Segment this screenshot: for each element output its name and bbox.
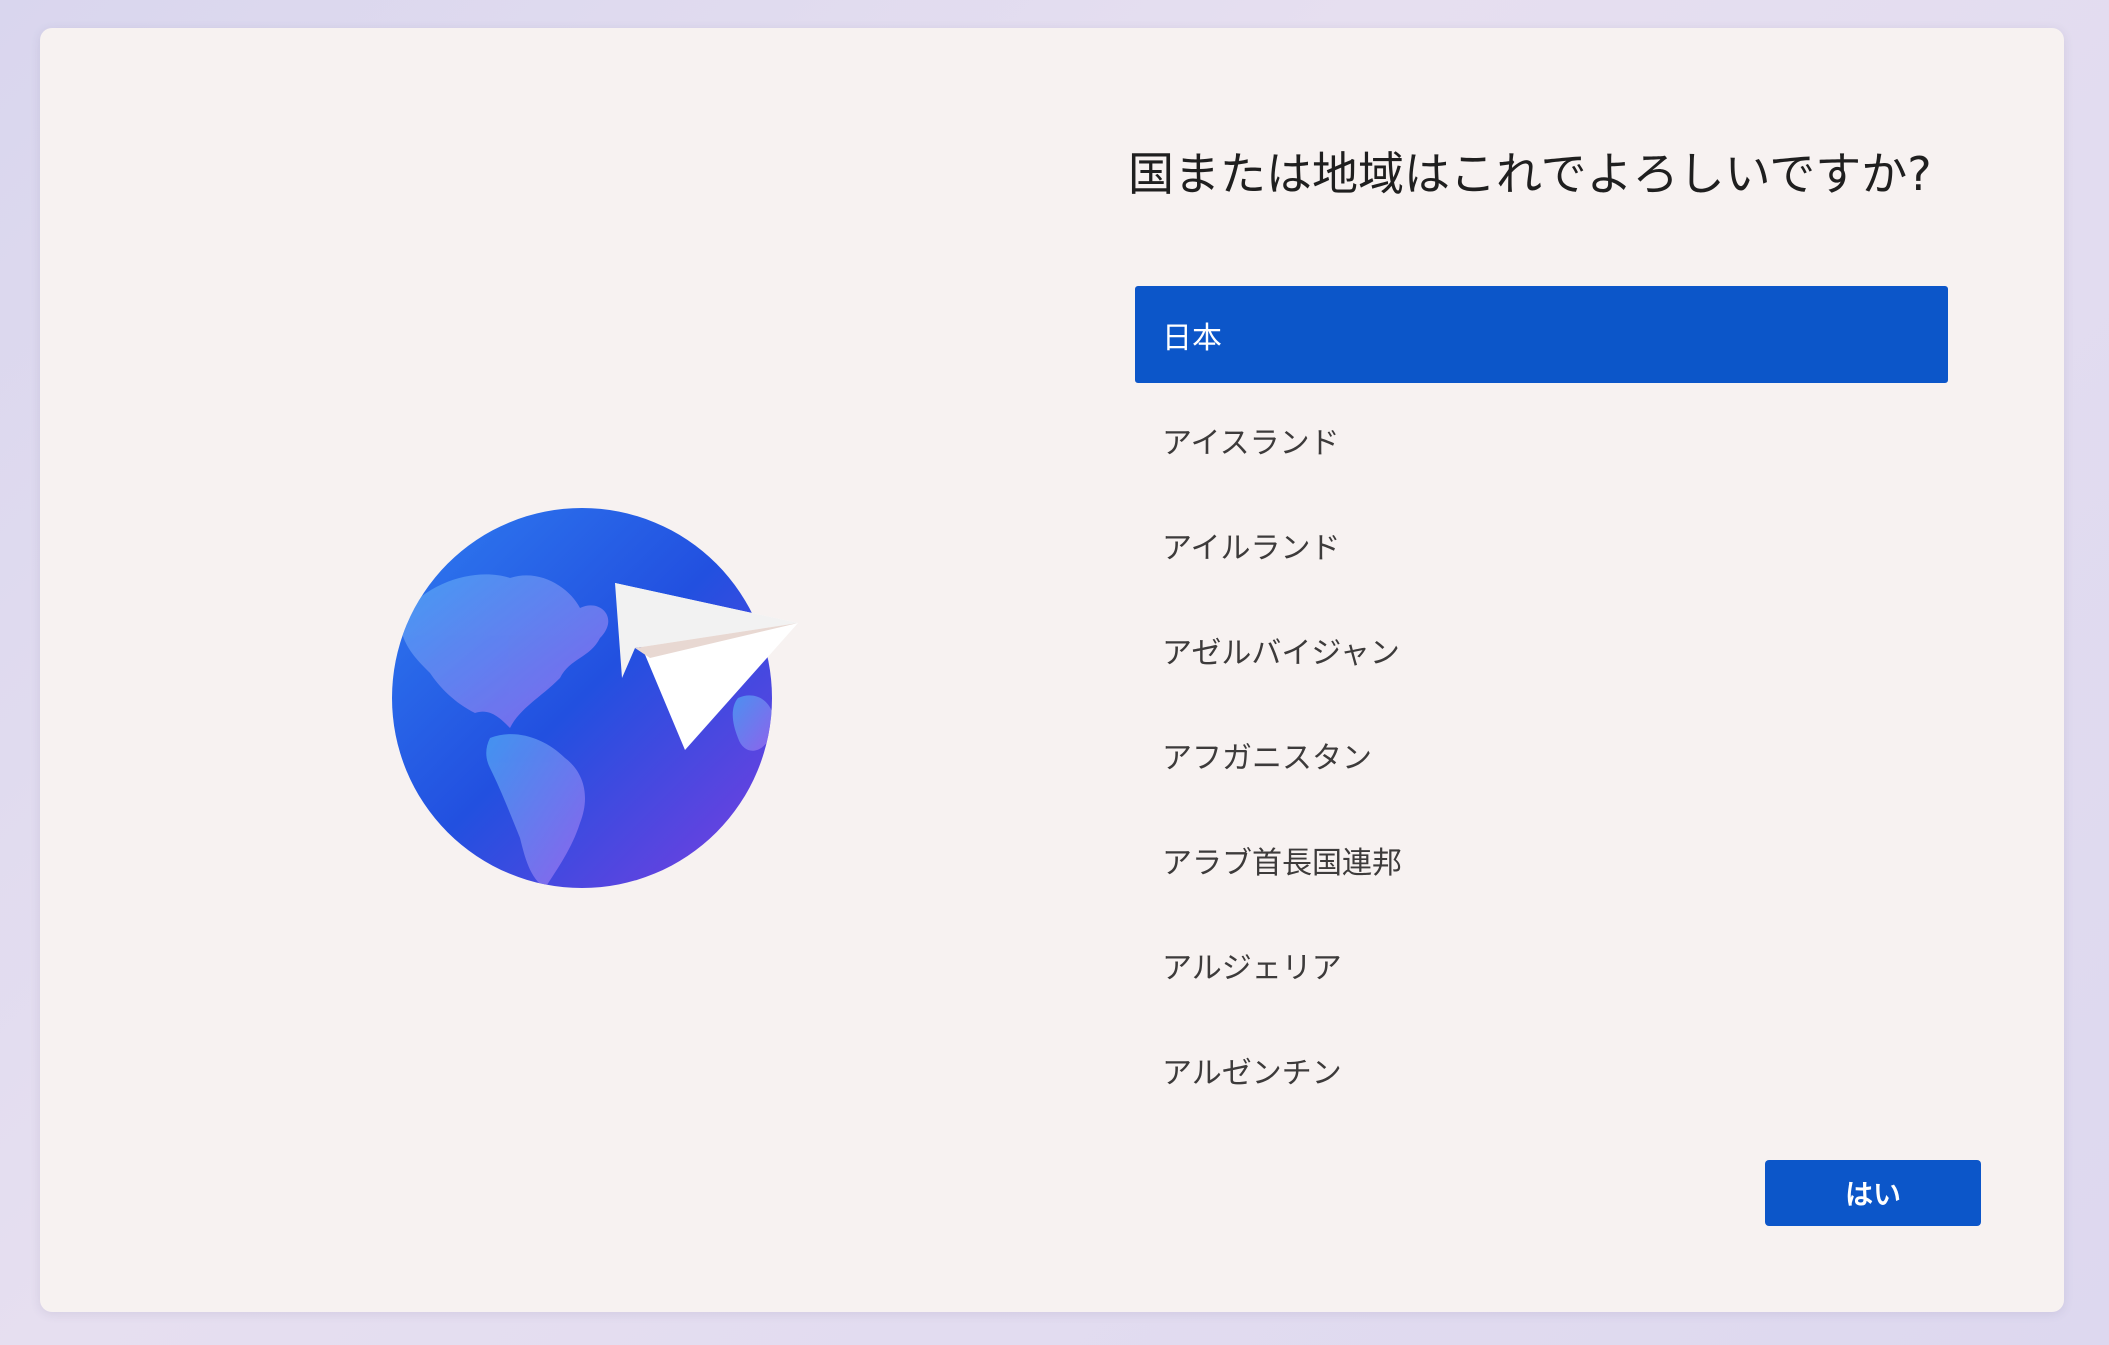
- page-title: 国または地域はこれでよろしいですか?: [1128, 147, 1932, 201]
- list-item-argentina[interactable]: アルゼンチン: [1135, 1021, 1948, 1118]
- setup-window: 国または地域はこれでよろしいですか? 日本 アイスランド アイルランド アゼルバ…: [40, 28, 2064, 1312]
- list-item-japan[interactable]: 日本: [1135, 286, 1948, 383]
- list-item-iceland[interactable]: アイスランド: [1135, 391, 1948, 488]
- region-list[interactable]: 日本 アイスランド アイルランド アゼルバイジャン アフガニスタン アラブ首長国…: [1135, 286, 1948, 1126]
- list-item-ireland[interactable]: アイルランド: [1135, 496, 1948, 593]
- yes-button[interactable]: はい: [1765, 1160, 1981, 1226]
- globe-illustration: [340, 468, 860, 908]
- list-item-azerbaijan[interactable]: アゼルバイジャン: [1135, 601, 1948, 698]
- list-item-uae[interactable]: アラブ首長国連邦: [1135, 811, 1948, 908]
- globe-with-paper-plane-icon: [392, 508, 798, 888]
- list-item-afghanistan[interactable]: アフガニスタン: [1135, 706, 1948, 803]
- list-item-algeria[interactable]: アルジェリア: [1135, 916, 1948, 1013]
